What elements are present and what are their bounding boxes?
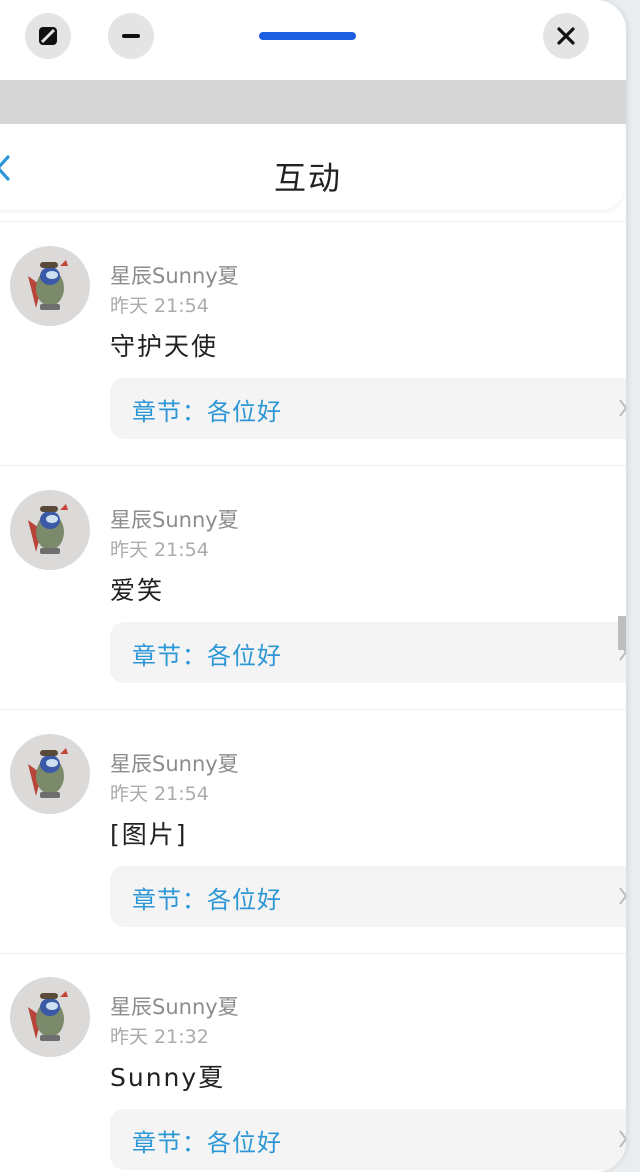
list-item[interactable]: 星辰Sunny夏 昨天 21:32 Sunny夏 章节：各位好 xyxy=(0,954,626,1172)
minimize-icon xyxy=(122,34,140,38)
list-item[interactable]: 星辰Sunny夏 昨天 21:54 [图片] 章节：各位好 xyxy=(0,710,626,954)
message-text: 爱笑 xyxy=(110,576,165,605)
chapter-link[interactable]: 章节：各位好 xyxy=(110,622,626,683)
timestamp: 昨天 21:54 xyxy=(110,295,209,317)
close-button[interactable] xyxy=(543,13,589,59)
split-screen-button[interactable] xyxy=(25,13,71,59)
chevron-right-icon xyxy=(619,399,626,417)
message-text: [图片] xyxy=(110,820,188,849)
drag-handle[interactable] xyxy=(259,32,356,40)
message-text: 守护天使 xyxy=(110,332,219,361)
avatar[interactable] xyxy=(10,734,90,814)
timestamp: 昨天 21:54 xyxy=(110,783,209,805)
close-icon xyxy=(557,27,575,45)
chevron-right-icon xyxy=(619,1130,626,1148)
chapter-label: 章节：各位好 xyxy=(132,642,282,670)
avatar[interactable] xyxy=(10,246,90,326)
timestamp: 昨天 21:32 xyxy=(110,1026,209,1048)
chevron-right-icon xyxy=(619,887,626,905)
split-screen-icon xyxy=(39,27,57,45)
username[interactable]: 星辰Sunny夏 xyxy=(110,748,239,778)
scrollbar-thumb[interactable] xyxy=(618,616,626,650)
avatar[interactable] xyxy=(10,490,90,570)
list-item[interactable]: 星辰Sunny夏 昨天 21:54 守护天使 章节：各位好 xyxy=(0,222,626,466)
username[interactable]: 星辰Sunny夏 xyxy=(110,504,239,534)
avatar-image xyxy=(10,977,90,1057)
message-text: Sunny夏 xyxy=(110,1063,226,1092)
chapter-label: 章节：各位好 xyxy=(132,1129,282,1157)
username[interactable]: 星辰Sunny夏 xyxy=(110,991,239,1021)
status-bar-placeholder xyxy=(0,80,626,124)
list-item[interactable]: 星辰Sunny夏 昨天 21:54 爱笑 章节：各位好 xyxy=(0,466,626,710)
username[interactable]: 星辰Sunny夏 xyxy=(110,260,239,290)
avatar-image xyxy=(10,490,90,570)
chapter-link[interactable]: 章节：各位好 xyxy=(110,1109,626,1170)
chapter-link[interactable]: 章节：各位好 xyxy=(110,866,626,927)
chapter-label: 章节：各位好 xyxy=(132,886,282,914)
minimize-button[interactable] xyxy=(108,13,154,59)
avatar[interactable] xyxy=(10,977,90,1057)
avatar-image xyxy=(10,246,90,326)
avatar-image xyxy=(10,734,90,814)
app-window: 互动 星辰Sunny夏 昨天 21:54 守护天使 章节：各位好 星辰Sunny… xyxy=(0,0,626,1172)
timestamp: 昨天 21:54 xyxy=(110,539,209,561)
chapter-label: 章节：各位好 xyxy=(132,398,282,426)
chapter-link[interactable]: 章节：各位好 xyxy=(110,378,626,439)
page-title: 互动 xyxy=(273,159,342,197)
